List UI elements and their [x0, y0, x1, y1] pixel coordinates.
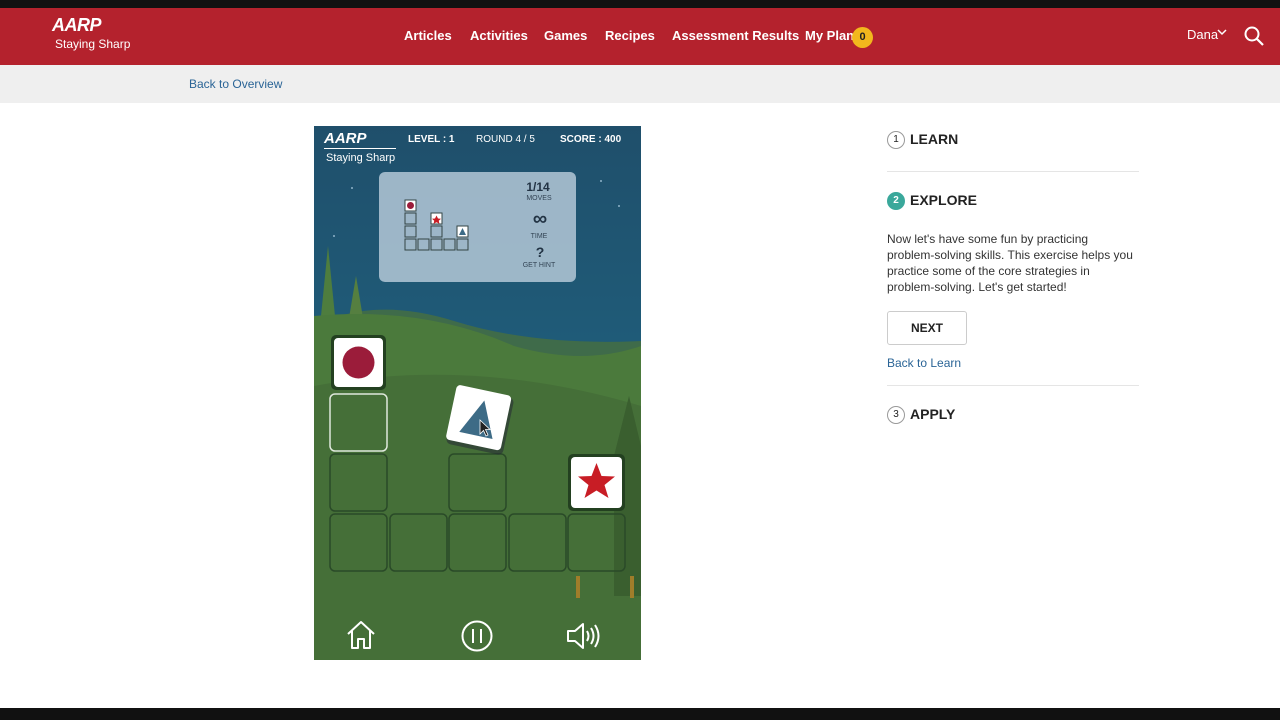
nav-games[interactable]: Games [544, 28, 587, 43]
step-explore-number: 2 [887, 192, 905, 211]
nav-activities[interactable]: Activities [470, 28, 528, 43]
nav-recipes[interactable]: Recipes [605, 28, 655, 43]
nav-assessment-results[interactable]: Assessment Results [672, 28, 799, 43]
user-menu[interactable]: Dana [1187, 27, 1218, 42]
step-apply[interactable]: 3 APPLY [887, 406, 956, 425]
window-bottom-edge [0, 708, 1280, 720]
nav-articles[interactable]: Articles [404, 28, 452, 43]
step-explore[interactable]: 2 EXPLORE [887, 192, 977, 211]
divider [887, 385, 1139, 386]
game-canvas[interactable]: AARP Staying Sharp LEVEL : 1 ROUND 4 / 5… [314, 126, 641, 660]
pause-icon[interactable] [460, 619, 494, 653]
plan-count-badge: 0 [852, 27, 873, 48]
back-to-overview-link[interactable]: Back to Overview [189, 77, 282, 91]
search-icon[interactable] [1243, 25, 1265, 47]
aarp-logo[interactable]: AARP Staying Sharp [50, 15, 140, 55]
star-tile[interactable] [568, 454, 625, 511]
back-to-learn-link[interactable]: Back to Learn [887, 356, 961, 370]
window-top-edge [0, 0, 1280, 8]
logo-brand: AARP [52, 15, 102, 35]
nav-my-plan[interactable]: My Plan [805, 28, 854, 43]
sub-navigation-bar: Back to Overview [0, 65, 1280, 103]
step-learn-label: LEARN [910, 131, 959, 147]
volume-icon[interactable] [566, 620, 602, 652]
step-explore-label: EXPLORE [910, 192, 977, 208]
next-button[interactable]: NEXT [887, 311, 967, 345]
step-learn-number: 1 [887, 131, 905, 150]
logo-subtitle: Staying Sharp [55, 37, 131, 51]
explore-description: Now let's have some fun by practicing pr… [887, 232, 1133, 294]
step-apply-label: APPLY [910, 406, 956, 422]
divider [887, 171, 1139, 172]
circle-tile[interactable] [331, 335, 386, 390]
step-learn[interactable]: 1 LEARN [887, 131, 959, 150]
step-apply-number: 3 [887, 406, 905, 425]
home-icon[interactable] [344, 618, 378, 652]
site-header: AARP Staying Sharp Articles Activities G… [0, 8, 1280, 65]
chevron-down-icon[interactable] [1217, 27, 1227, 40]
puzzle-board[interactable] [314, 126, 641, 660]
